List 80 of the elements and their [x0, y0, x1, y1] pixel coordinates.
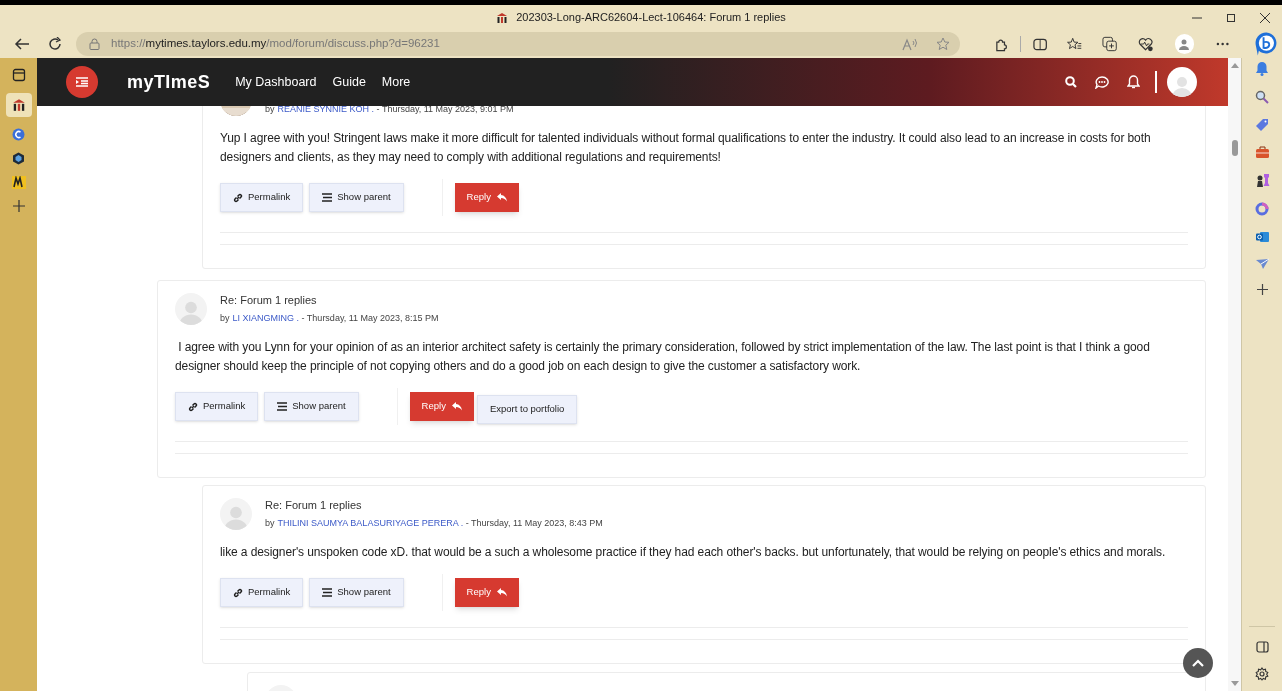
copilot-icon[interactable]	[1255, 31, 1278, 57]
reply-button[interactable]: Reply	[454, 183, 519, 212]
post-message: like a designer's unspoken code xD. that would be a such a wholesome practice if they had each other's backs. but unfortunately, that would be relying on people's ethics and morals.	[220, 544, 1167, 561]
export-to-portfolio-button[interactable]: Export to portfolio	[476, 395, 578, 424]
scroll-down-arrow-icon[interactable]	[1230, 681, 1239, 687]
add-icon[interactable]	[1256, 284, 1268, 295]
close-icon[interactable]	[1260, 12, 1270, 23]
split-screen-icon[interactable]	[1032, 36, 1048, 52]
byline-label: by	[220, 311, 230, 325]
mail-icon[interactable]	[1254, 230, 1270, 244]
author-link[interactable]: REANIE SYNNIE KOH .	[277, 106, 375, 116]
toolbox-icon[interactable]	[1254, 146, 1270, 159]
paper-plane-icon[interactable]	[1254, 258, 1270, 270]
post-subject: Re: Forum 1 replies	[265, 498, 363, 513]
reply-button[interactable]: Reply	[409, 392, 474, 421]
list-icon	[277, 402, 288, 411]
site-favicon-icon	[496, 11, 509, 24]
notification-bell-icon[interactable]	[1127, 75, 1140, 89]
permalink-button[interactable]: Permalink	[220, 578, 304, 607]
site-logo[interactable]: myTImeS	[127, 68, 211, 96]
show-parent-button[interactable]: Show parent	[309, 183, 404, 212]
notifications-icon[interactable]	[1255, 61, 1269, 76]
nav-link[interactable]: More	[381, 72, 411, 92]
scroll-up-arrow-icon[interactable]	[1230, 62, 1239, 68]
favorite-star-icon[interactable]	[935, 37, 950, 51]
tab-icon[interactable]	[11, 176, 26, 189]
favorites-icon[interactable]	[1067, 36, 1083, 52]
window-title: 202303-Long-ARC62604-Lect-106464: Forum 1 replies	[516, 10, 786, 26]
list-icon	[322, 588, 333, 597]
tab-icon[interactable]	[12, 152, 25, 165]
tab-actions-icon[interactable]	[11, 68, 26, 82]
menu-icon	[76, 77, 88, 87]
scrollbar-thumb[interactable]	[1231, 140, 1238, 156]
chevron-up-icon	[1192, 659, 1204, 667]
url-text: https://mytimes.taylors.edu.my/mod/forum/discuss.php?d=96231	[111, 36, 440, 52]
post-date: - Thursday, 11 May 2023, 8:43 PM	[464, 516, 603, 530]
scroll-to-top-button[interactable]	[1183, 648, 1213, 678]
site-favicon-icon	[11, 98, 26, 112]
menu-toggle-button[interactable]	[66, 66, 98, 98]
permalink-button[interactable]: Permalink	[175, 392, 259, 421]
settings-icon[interactable]	[1255, 667, 1269, 681]
restore-icon[interactable]	[1226, 12, 1236, 23]
sidebar-toggle-icon[interactable]	[1255, 641, 1269, 653]
post-message: I agree with you Lynn for your opinion of as an interior architect safety is certainly the primary consideration, followed by strict implementation of the law. The last point is that I think a good designer should keep the principle of not copying others and do a good job on each design to give the customer a satisfactory work.	[175, 339, 1151, 375]
chess-pieces-icon[interactable]	[1254, 173, 1270, 188]
permalink-button[interactable]: Permalink	[220, 183, 304, 212]
list-icon	[322, 193, 333, 202]
person-icon	[1178, 38, 1191, 50]
link-icon	[233, 192, 243, 203]
new-tab-icon[interactable]	[12, 200, 25, 212]
post-message: Yup I agree with you! Stringent laws make it more difficult for talented individuals without formal qualifications to enter the industry. It could also lead to an increase in costs for both designers and clients, as they may need to comply with additional regulations and requirements!	[220, 130, 1152, 166]
search-icon[interactable]	[1255, 90, 1269, 104]
copilot-ring-icon[interactable]	[1255, 202, 1269, 216]
active-tab[interactable]	[5, 93, 32, 117]
address-bar[interactable]: https://mytimes.taylors.edu.my/mod/forum/discuss.php?d=96231	[76, 32, 960, 56]
link-icon	[233, 587, 243, 598]
profile-button[interactable]	[1174, 34, 1194, 54]
link-icon	[188, 401, 198, 412]
reply-arrow-icon	[451, 402, 462, 411]
reply-arrow-icon	[496, 588, 507, 597]
show-parent-button[interactable]: Show parent	[264, 392, 359, 421]
nav-link[interactable]: Guide	[332, 72, 366, 92]
heart-pulse-icon[interactable]	[1137, 36, 1153, 52]
post-date: - Thursday, 11 May 2023, 8:15 PM	[300, 311, 439, 325]
more-options-icon[interactable]	[1215, 42, 1230, 46]
post-subject: Re: Forum 1 replies	[220, 293, 318, 308]
search-icon[interactable]	[1065, 76, 1077, 88]
reply-arrow-icon	[496, 193, 507, 202]
reply-button[interactable]: Reply	[454, 578, 519, 607]
tag-icon[interactable]	[1255, 118, 1269, 132]
lock-icon	[89, 38, 101, 50]
collections-icon[interactable]	[1102, 36, 1118, 52]
author-link[interactable]: LI XIANGMING .	[232, 311, 300, 325]
author-link[interactable]: THILINI SAUMYA BALASURIYAGE PERERA .	[277, 516, 464, 530]
show-parent-button[interactable]: Show parent	[309, 578, 404, 607]
tab-icon[interactable]	[12, 128, 25, 141]
byline-label: by	[265, 516, 275, 530]
user-avatar[interactable]	[1167, 67, 1197, 97]
nav-link[interactable]: My Dashboard	[235, 72, 317, 92]
chat-icon[interactable]	[1095, 75, 1109, 89]
